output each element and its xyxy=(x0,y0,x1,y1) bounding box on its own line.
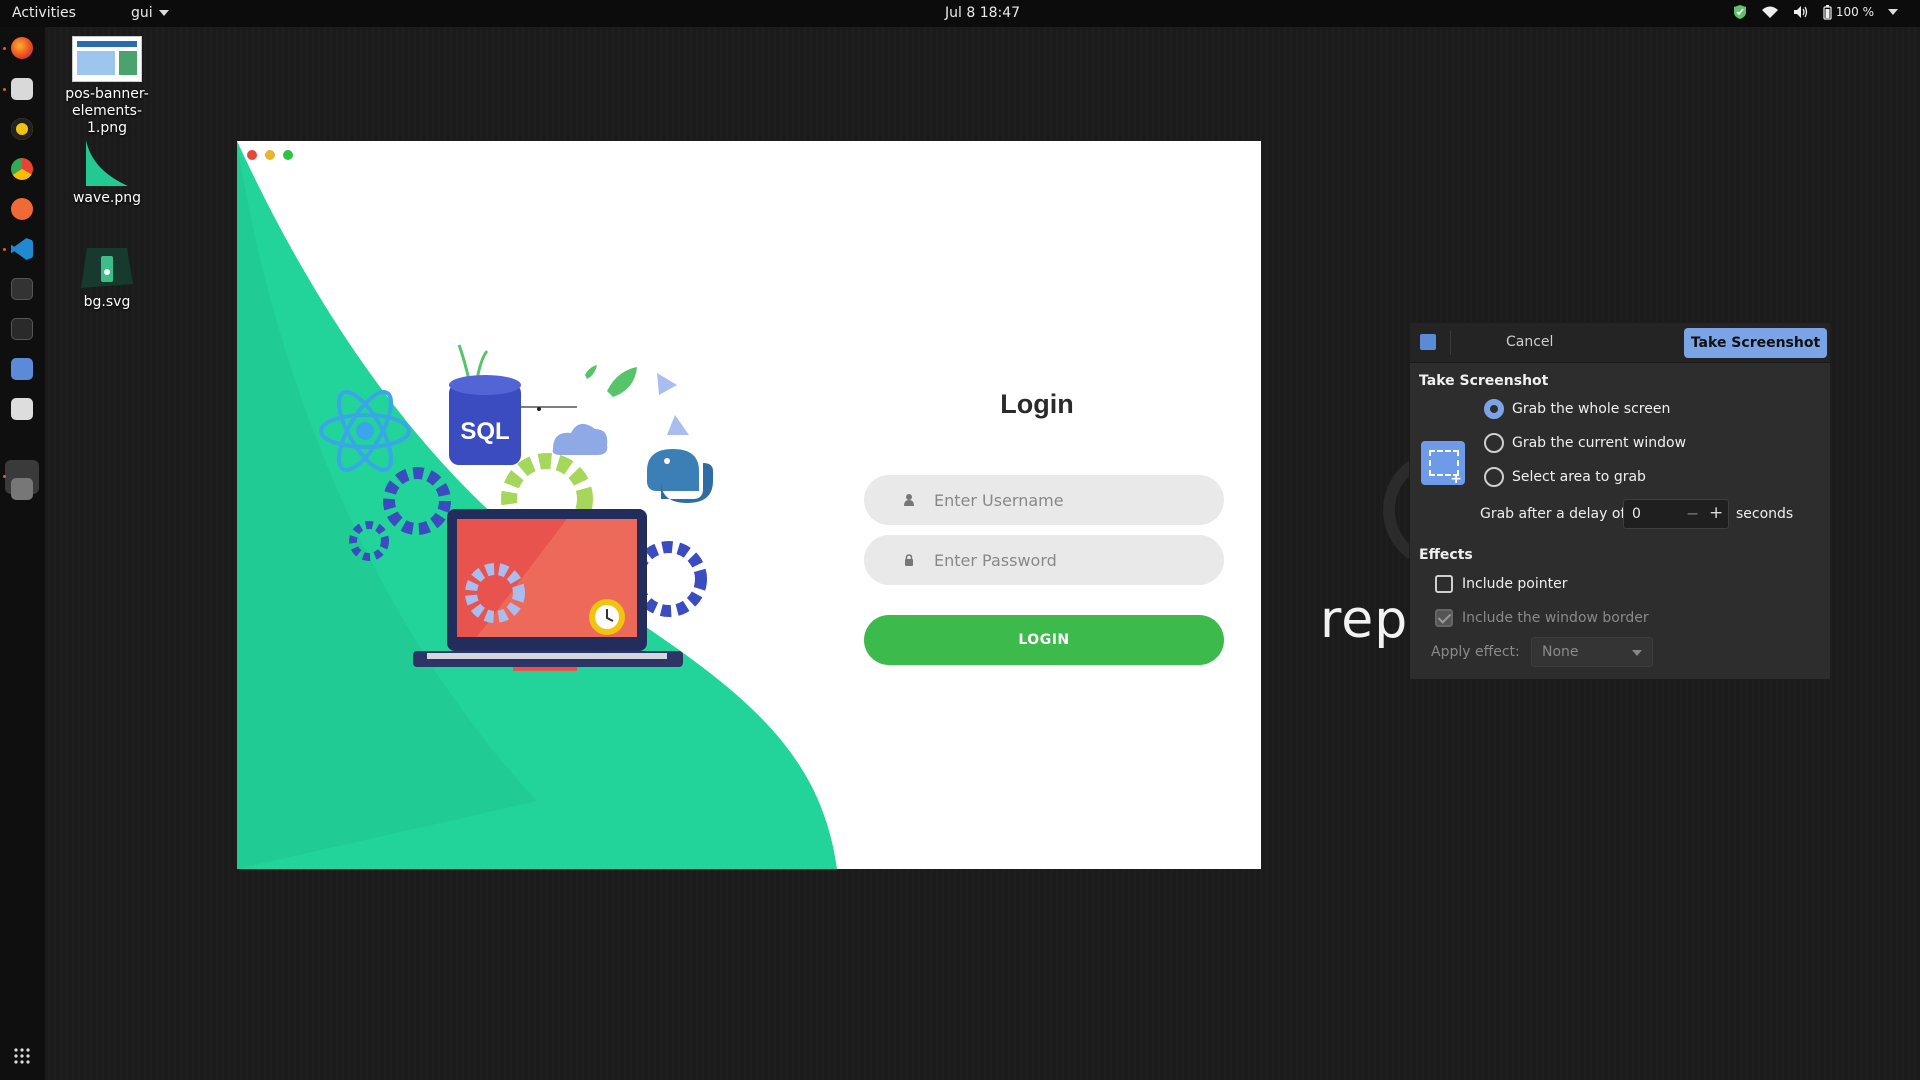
include-pointer-checkbox[interactable] xyxy=(1435,575,1453,593)
desktop-file-bg[interactable]: bg.svg xyxy=(52,244,162,311)
dock xyxy=(0,27,45,1080)
screenshot-app-icon[interactable] xyxy=(11,358,33,380)
decrement-button[interactable]: − xyxy=(1686,504,1699,523)
files-icon[interactable] xyxy=(11,78,33,100)
radio-current-window-label: Grab the current window xyxy=(1512,435,1687,451)
running-indicator xyxy=(3,47,6,50)
rhythmbox-icon[interactable] xyxy=(11,118,33,140)
username-placeholder: Enter Username xyxy=(934,490,1064,510)
radio-current-window[interactable] xyxy=(1484,433,1504,453)
username-field[interactable]: Enter Username xyxy=(864,475,1224,525)
wifi-icon xyxy=(1761,6,1778,18)
include-border-label: Include the window border xyxy=(1462,610,1649,626)
sql-label: SQL xyxy=(460,418,509,445)
login-window[interactable]: SQL Login Enter Username Enter Password … xyxy=(237,141,1261,869)
delay-value[interactable]: 0 xyxy=(1632,506,1641,522)
radio-whole-screen-label: Grab the whole screen xyxy=(1512,401,1671,417)
activities-button[interactable]: Activities xyxy=(12,5,76,21)
include-pointer-label: Include pointer xyxy=(1462,576,1568,592)
top-bar: Activities gui Jul 8 18:47 100 % xyxy=(0,0,1920,27)
login-title: Login xyxy=(1000,389,1074,419)
apply-effect-dropdown[interactable]: None xyxy=(1531,637,1653,667)
chevron-down-icon xyxy=(158,10,169,16)
chrome-icon[interactable] xyxy=(11,158,33,180)
svg-image-icon xyxy=(81,248,133,288)
chevron-down-icon xyxy=(1888,9,1898,15)
lock-icon xyxy=(905,554,913,566)
battery-percent: 100 % xyxy=(1835,5,1874,19)
developer-illustration: SQL xyxy=(319,344,713,671)
password-placeholder: Enter Password xyxy=(934,550,1057,570)
login-button[interactable]: LOGIN xyxy=(864,615,1224,665)
system-monitor-icon[interactable] xyxy=(11,318,33,340)
system-tray[interactable]: 100 % xyxy=(1733,4,1898,20)
disk-icon[interactable] xyxy=(11,478,33,500)
vscode-icon[interactable] xyxy=(11,238,33,260)
take-screenshot-button[interactable]: Take Screenshot xyxy=(1684,328,1827,358)
user-icon xyxy=(904,494,914,506)
password-field[interactable]: Enter Password xyxy=(864,535,1224,585)
terminal-icon[interactable] xyxy=(11,278,33,300)
app-menu-label: gui xyxy=(131,5,153,21)
python-icon xyxy=(647,449,713,503)
running-indicator xyxy=(3,88,6,91)
volume-icon xyxy=(1793,6,1808,18)
screenshot-app-icon xyxy=(1420,334,1436,350)
header-separator xyxy=(1450,331,1451,355)
delay-label: Grab after a delay of xyxy=(1480,506,1626,522)
cancel-button[interactable]: Cancel xyxy=(1506,334,1553,350)
app-menu[interactable]: gui xyxy=(131,5,169,21)
clock[interactable]: Jul 8 18:47 xyxy=(945,5,1020,21)
area-select-icon xyxy=(1421,441,1465,487)
effects-section-title: Effects xyxy=(1419,547,1473,563)
maximize-window-button[interactable] xyxy=(283,150,293,160)
delay-spinbox[interactable]: 0 − + xyxy=(1623,499,1729,529)
desktop-file-pos-banner[interactable]: pos-banner- elements-1.png xyxy=(52,36,162,137)
include-border-checkbox[interactable] xyxy=(1435,609,1453,627)
app-grid-icon[interactable] xyxy=(14,1048,30,1064)
desktop-file-wave[interactable]: wave.png xyxy=(52,140,162,207)
delay-unit: seconds xyxy=(1736,506,1794,522)
running-indicator xyxy=(3,248,6,251)
apply-effect-value: None xyxy=(1542,644,1579,660)
radio-select-area[interactable] xyxy=(1484,467,1504,487)
take-screenshot-section-title: Take Screenshot xyxy=(1419,373,1549,389)
radio-select-area-label: Select area to grab xyxy=(1512,469,1646,485)
wave-image-icon xyxy=(86,140,128,186)
chevron-down-icon xyxy=(1632,650,1642,656)
screenshot-dialog[interactable]: Cancel Take Screenshot Take Screenshot G… xyxy=(1409,322,1831,680)
shield-icon xyxy=(1733,5,1746,19)
close-window-button[interactable] xyxy=(247,150,257,160)
postman-icon[interactable] xyxy=(11,198,33,220)
image-thumbnail-icon xyxy=(72,36,142,82)
increment-button[interactable]: + xyxy=(1709,503,1723,523)
desktop-file-label: wave.png xyxy=(72,190,142,206)
react-icon xyxy=(319,390,411,472)
image-viewer-icon[interactable] xyxy=(11,398,33,420)
laptop-illustration xyxy=(413,509,683,671)
dialog-header: Cancel Take Screenshot xyxy=(1410,323,1830,363)
desktop-file-label: bg.svg xyxy=(83,294,131,310)
minimize-window-button[interactable] xyxy=(265,150,275,160)
running-indicator xyxy=(3,475,6,478)
firefox-icon[interactable] xyxy=(11,37,33,59)
desktop-file-label: pos-banner- elements-1.png xyxy=(65,86,149,136)
radio-whole-screen[interactable] xyxy=(1484,399,1504,419)
sql-database-icon: SQL xyxy=(449,375,521,465)
battery-icon xyxy=(1823,4,1832,20)
apply-effect-label: Apply effect: xyxy=(1431,644,1520,660)
